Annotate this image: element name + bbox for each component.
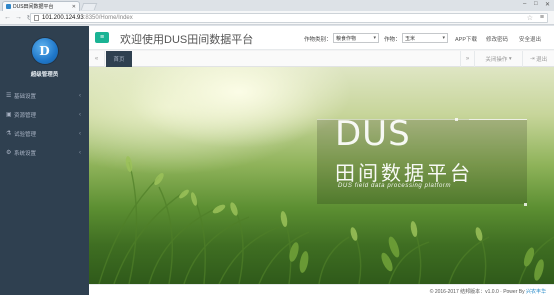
folder-icon: ▣ (6, 112, 12, 118)
browser-tab-title: DUS田间数据平台 (13, 4, 54, 10)
new-tab-button[interactable] (80, 3, 98, 10)
sidebar-item-label: 系统设置 (14, 150, 37, 157)
sidebar-item-system-settings[interactable]: ⚙ 系统设置 ‹ (0, 143, 89, 162)
double-chevron-left-icon: « (94, 56, 99, 62)
close-tab-icon[interactable]: ✕ (72, 4, 76, 10)
page-title: 欢迎使用DUS田间数据平台 (120, 34, 254, 46)
bookmark-star-icon[interactable]: ☆ (527, 14, 533, 22)
footer-copyright: © 2016-2017 结邦版本：v1.0.0 · Power By (429, 289, 526, 295)
crop-label: 作物： (384, 37, 401, 43)
close-window-button[interactable]: ✕ (545, 1, 550, 8)
user-role: 超级管理员 (30, 72, 59, 78)
close-operations-button[interactable]: 关闭操作 ▾ (474, 51, 522, 67)
content-tabs-bar: « 首页 » 关闭操作 ▾ ⇥ 退出 (89, 51, 554, 67)
scroll-tabs-left-button[interactable]: « (89, 51, 105, 67)
caret-down-icon: ▾ (507, 56, 512, 62)
sidebar-item-label: 资源管理 (14, 112, 37, 119)
chevron-down-icon: ▾ (442, 35, 445, 41)
app-download-link[interactable]: APP下载 (455, 35, 477, 43)
chevron-left-icon: ‹ (79, 111, 81, 118)
logo-mark-icon: D (39, 44, 50, 58)
back-arrow-icon[interactable]: ← (3, 13, 12, 22)
sidebar-item-resource-management[interactable]: ▣ 资源管理 ‹ (0, 105, 89, 124)
minimize-button[interactable]: – (523, 1, 526, 7)
hero-banner-image: DUS 田间数据平台 DUS field data processing pla… (89, 67, 554, 284)
sidebar-toggle-button[interactable]: ≡ (95, 32, 109, 43)
tab-logout-label: 退出 (536, 57, 548, 63)
chevron-down-icon: ▾ (373, 35, 376, 41)
logo: D (31, 38, 58, 64)
favicon-icon (6, 4, 11, 9)
sidebar: D 超级管理员 ☰ 基础设置 ‹ ▣ 资源管理 ‹ ⚗ 试验管理 ‹ ⚙ 系统设… (0, 26, 89, 295)
tab-home[interactable]: 首页 (106, 51, 132, 67)
scroll-tabs-right-button[interactable]: » (460, 51, 474, 67)
chevron-left-icon: ‹ (79, 92, 81, 99)
maximize-button[interactable]: □ (534, 1, 538, 7)
list-icon: ☰ (6, 93, 12, 99)
url-host: 101.200.124.93 (42, 15, 84, 21)
sidebar-item-label: 基础设置 (14, 93, 37, 100)
gears-icon: ⚙ (6, 150, 12, 156)
change-password-link[interactable]: 修改密码 (486, 35, 508, 43)
hamburger-icon: ≡ (99, 34, 105, 41)
browser-toolbar: ← → ↻ 101.200.124.93 :8350/Home/Index ☆ … (0, 11, 554, 25)
chevron-left-icon: ‹ (79, 130, 81, 137)
footer-text: © 2016-2017 结邦版本：v1.0.0 · Power By 兴农丰华 (430, 288, 546, 295)
hero-title: DUS (335, 114, 411, 154)
crop-category-select[interactable]: 粮食作物 ▾ (333, 33, 379, 43)
close-operations-label: 关闭操作 (485, 57, 508, 63)
hero-subtitle: 田间数据平台 (335, 161, 473, 185)
decorative-dot (455, 118, 458, 121)
browser-window: DUS田间数据平台 ✕ – □ ✕ ← → ↻ 101.200.124.93 :… (0, 0, 554, 295)
double-chevron-right-icon: » (465, 56, 470, 62)
sidebar-item-trial-management[interactable]: ⚗ 试验管理 ‹ (0, 124, 89, 143)
safe-logout-link[interactable]: 安全退出 (519, 35, 541, 43)
flask-icon: ⚗ (6, 131, 12, 137)
browser-menu-icon[interactable]: ≡ (540, 14, 544, 21)
url-path: :8350/Home/Index (83, 15, 133, 21)
forward-arrow-icon[interactable]: → (14, 13, 23, 22)
decorative-dot (524, 203, 527, 206)
footer: © 2016-2017 结邦版本：v1.0.0 · Power By 兴农丰华 (89, 284, 554, 295)
page-icon (34, 15, 39, 21)
crop-category-value: 粮食作物 (336, 35, 357, 42)
tab-logout-button[interactable]: ⇥ 退出 (522, 51, 554, 67)
app: D 超级管理员 ☰ 基础设置 ‹ ▣ 资源管理 ‹ ⚗ 试验管理 ‹ ⚙ 系统设… (0, 26, 554, 295)
hero-tagline: DUS field data processing platform (338, 183, 452, 189)
sidebar-profile: D 超级管理员 (0, 26, 89, 86)
main-content: ≡ 欢迎使用DUS田间数据平台 作物类别： 粮食作物 ▾ 作物： 玉米 ▾ AP… (89, 26, 554, 295)
browser-tab[interactable]: DUS田间数据平台 ✕ (2, 1, 80, 11)
address-bar[interactable]: 101.200.124.93 :8350/Home/Index ☆ ≡ (30, 13, 548, 23)
crop-value: 玉米 (405, 35, 416, 42)
decorative-line (469, 119, 527, 120)
footer-powered-by-link[interactable]: 兴农丰华 (526, 289, 546, 295)
browser-titlebar: DUS田间数据平台 ✕ – □ ✕ (0, 0, 554, 11)
crop-category-label: 作物类别： (304, 37, 332, 43)
sidebar-item-label: 试验管理 (14, 131, 37, 138)
crop-select[interactable]: 玉米 ▾ (402, 33, 448, 43)
top-navbar: ≡ 欢迎使用DUS田间数据平台 作物类别： 粮食作物 ▾ 作物： 玉米 ▾ AP… (89, 26, 554, 50)
sidebar-item-basic-settings[interactable]: ☰ 基础设置 ‹ (0, 86, 89, 105)
chevron-left-icon: ‹ (79, 149, 81, 156)
